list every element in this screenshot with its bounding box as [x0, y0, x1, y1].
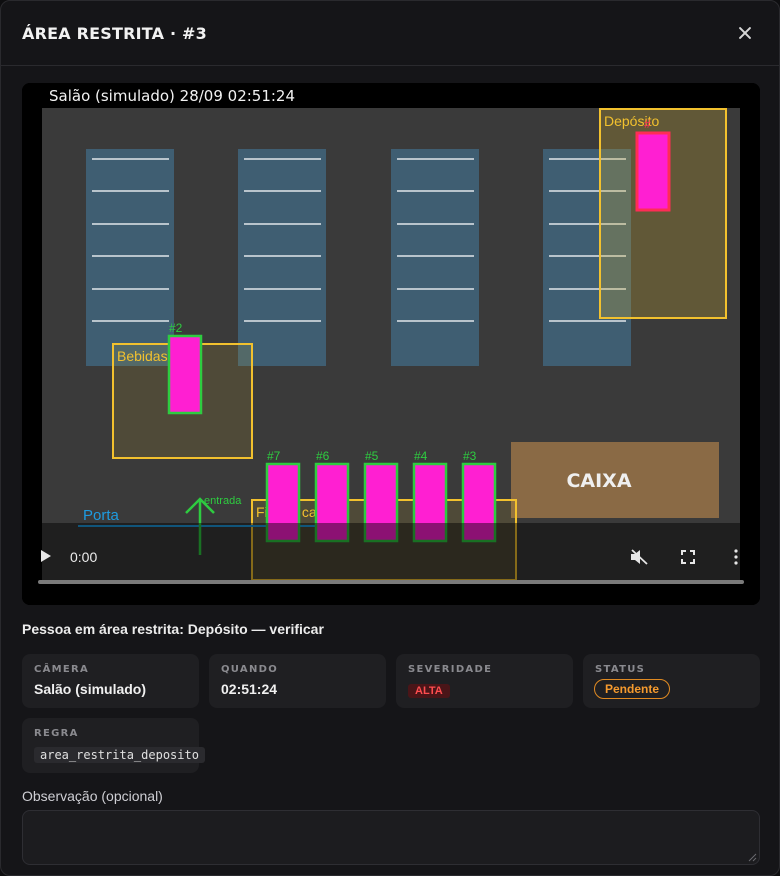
quando-value: 02:51:24	[221, 681, 278, 697]
shelf	[238, 149, 326, 366]
detail-camera: CÂMERA Salão (simulado)	[22, 654, 199, 708]
svg-text:#4: #4	[414, 449, 428, 463]
detail-label: STATUS	[595, 664, 646, 675]
detail-status: STATUS Pendente	[583, 654, 760, 708]
status-badge: Pendente	[594, 679, 671, 699]
shelf	[391, 149, 479, 366]
svg-text:#7: #7	[267, 449, 281, 463]
modal-title: ÁREA RESTRITA · #3	[22, 23, 207, 43]
resize-grip-icon[interactable]	[747, 852, 757, 862]
porta-label: Porta	[83, 507, 120, 524]
video-frame: CAIXA Depósito Bebidas Fila do caixa 1 P…	[22, 83, 760, 605]
detail-regra: REGRA area_restrita_deposito	[22, 718, 205, 773]
camera-value: Salão (simulado)	[34, 681, 147, 697]
fullscreen-icon[interactable]	[681, 550, 695, 564]
mute-icon[interactable]	[630, 549, 648, 565]
more-vertical-icon[interactable]	[733, 549, 739, 565]
person-track: #2	[167, 321, 203, 415]
detail-quando: QUANDO 02:51:24	[209, 654, 386, 708]
detail-label: CÂMERA	[34, 664, 90, 675]
current-time: 0:00	[70, 549, 98, 565]
alert-message: Pessoa em área restrita: Depósito — veri…	[22, 621, 324, 637]
svg-text:#6: #6	[316, 449, 330, 463]
observacao-label: Observação (opcional)	[22, 788, 163, 804]
zone-deposito-label: Depósito	[604, 113, 659, 129]
detail-label: REGRA	[34, 728, 79, 739]
event-modal: ÁREA RESTRITA · #3 CAIXA Depósito Bebida…	[0, 0, 780, 876]
modal-header: ÁREA RESTRITA · #3	[1, 1, 779, 66]
video-player[interactable]: CAIXA Depósito Bebidas Fila do caixa 1 P…	[22, 83, 760, 605]
zone-bebidas-label: Bebidas	[117, 348, 168, 364]
detail-severidade: SEVERIDADE ALTA	[396, 654, 573, 708]
svg-text:#5: #5	[365, 449, 379, 463]
svg-text:#2: #2	[169, 321, 183, 335]
rule-code: area_restrita_deposito	[34, 747, 205, 763]
caixa-label: CAIXA	[566, 470, 631, 492]
detail-label: SEVERIDADE	[408, 664, 493, 675]
severity-badge: ALTA	[408, 684, 450, 698]
seek-bar[interactable]	[38, 580, 744, 584]
entrada-label: entrada	[204, 495, 242, 507]
detail-label: QUANDO	[221, 664, 279, 675]
close-icon[interactable]	[733, 21, 757, 45]
overlay-text: Salão (simulado) 28/09 02:51:24	[49, 87, 295, 105]
svg-text:#3: #3	[463, 449, 477, 463]
observacao-field[interactable]	[22, 810, 760, 865]
svg-text:#: #	[644, 117, 651, 131]
shelf	[86, 149, 174, 366]
controls-gradient	[22, 523, 760, 605]
play-icon[interactable]	[40, 549, 52, 563]
